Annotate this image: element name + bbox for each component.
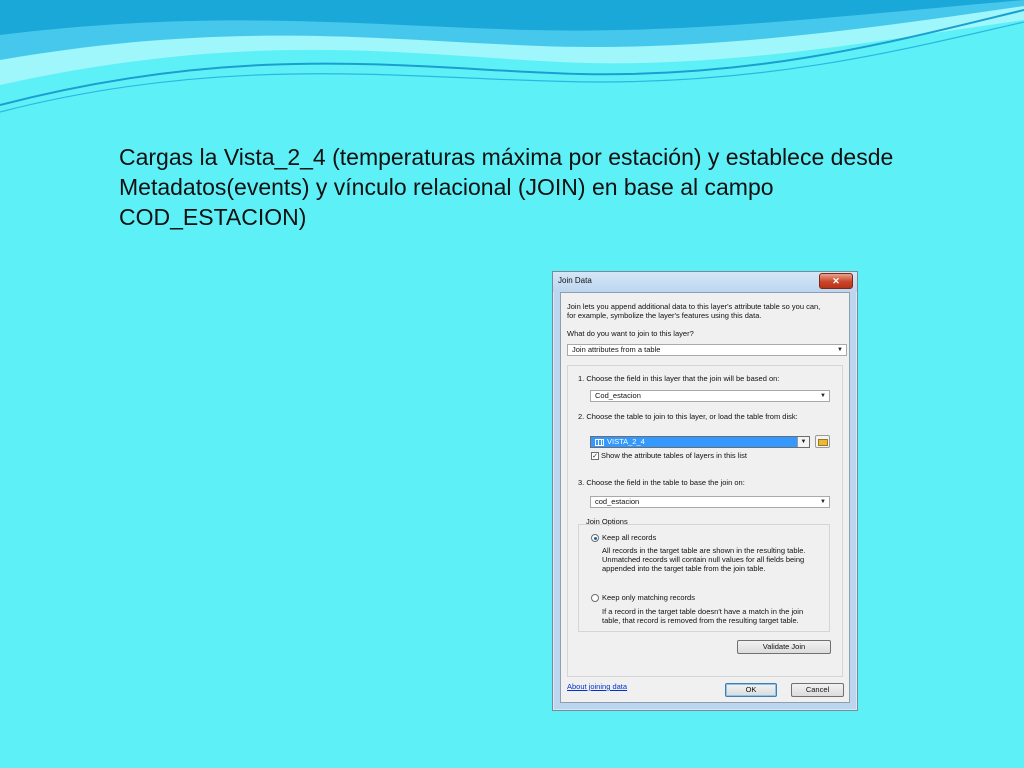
step1-label: 1. Choose the field in this layer that t… xyxy=(578,374,780,383)
join-table-value: VISTA_2_4 xyxy=(607,437,645,446)
join-data-dialog: Join Data ✕ Join lets you append additio… xyxy=(552,271,858,711)
join-settings-panel: 1. Choose the field in this layer that t… xyxy=(567,365,843,677)
open-folder-icon xyxy=(818,439,828,446)
step2-label: 2. Choose the table to join to this laye… xyxy=(578,412,798,421)
keep-all-desc: appended into the target table from the … xyxy=(602,564,766,573)
step3-label: 3. Choose the field in the table to base… xyxy=(578,478,745,487)
layer-field-value: Cod_estacion xyxy=(595,391,641,400)
layer-field-select[interactable]: Cod_estacion ▼ xyxy=(590,390,830,402)
intro-text-line2: for example, symbolize the layer's featu… xyxy=(567,311,762,320)
chevron-down-icon: ▼ xyxy=(820,393,826,399)
join-field-select[interactable]: cod_estacion ▼ xyxy=(590,496,830,508)
slide-text-line: COD_ESTACION) xyxy=(119,204,307,230)
join-table-select[interactable]: VISTA_2_4 ▼ xyxy=(590,436,810,448)
show-tables-checkbox[interactable]: ✓ xyxy=(591,452,599,460)
show-tables-label: Show the attribute tables of layers in t… xyxy=(601,451,747,460)
close-icon: ✕ xyxy=(832,276,840,286)
join-type-select[interactable]: Join attributes from a table ▼ xyxy=(567,344,847,356)
join-type-value: Join attributes from a table xyxy=(572,345,661,354)
validate-join-button[interactable]: Validate Join xyxy=(737,640,831,654)
keep-matching-label: Keep only matching records xyxy=(602,593,695,602)
join-options-group: Keep all records All records in the targ… xyxy=(578,524,830,632)
keep-all-radio[interactable] xyxy=(591,534,599,542)
keep-all-label: Keep all records xyxy=(602,533,657,542)
decorative-waves xyxy=(0,0,1024,113)
dialog-title: Join Data xyxy=(558,276,592,285)
slide-body-text: Cargas la Vista_2_4 (temperaturas máxima… xyxy=(119,142,999,232)
chevron-down-icon: ▼ xyxy=(837,347,843,353)
table-icon xyxy=(595,438,604,446)
join-question-label: What do you want to join to this layer? xyxy=(567,329,694,338)
dialog-client-area: Join lets you append additional data to … xyxy=(560,292,850,703)
slide-text-line: Cargas la Vista_2_4 (temperaturas máxima… xyxy=(119,144,894,170)
slide-text-line: Metadatos(events) y vínculo relacional (… xyxy=(119,174,774,200)
ok-button[interactable]: OK xyxy=(725,683,777,697)
keep-matching-radio[interactable] xyxy=(591,594,599,602)
chevron-down-icon: ▼ xyxy=(820,499,826,505)
chevron-down-icon: ▼ xyxy=(797,437,809,447)
about-joining-link[interactable]: About joining data xyxy=(567,682,627,691)
dialog-titlebar[interactable]: Join Data ✕ xyxy=(553,272,857,292)
close-button[interactable]: ✕ xyxy=(819,273,853,289)
keep-matching-desc: table, that record is removed from the r… xyxy=(602,616,799,625)
browse-table-button[interactable] xyxy=(815,435,830,448)
cancel-button[interactable]: Cancel xyxy=(791,683,844,697)
join-field-value: cod_estacion xyxy=(595,497,640,506)
